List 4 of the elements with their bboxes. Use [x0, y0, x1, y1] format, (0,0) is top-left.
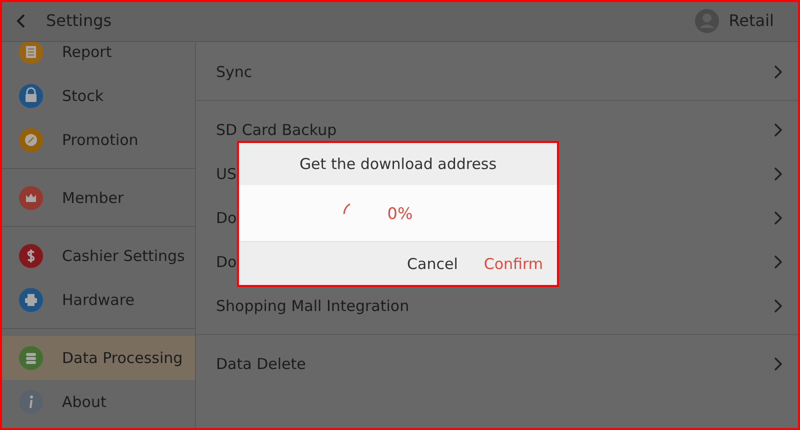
- page-title: Settings: [46, 11, 112, 30]
- progress-percent: 0%: [387, 204, 413, 222]
- dialog-title: Get the download address: [298, 154, 498, 175]
- user-name: Retail: [728, 11, 774, 30]
